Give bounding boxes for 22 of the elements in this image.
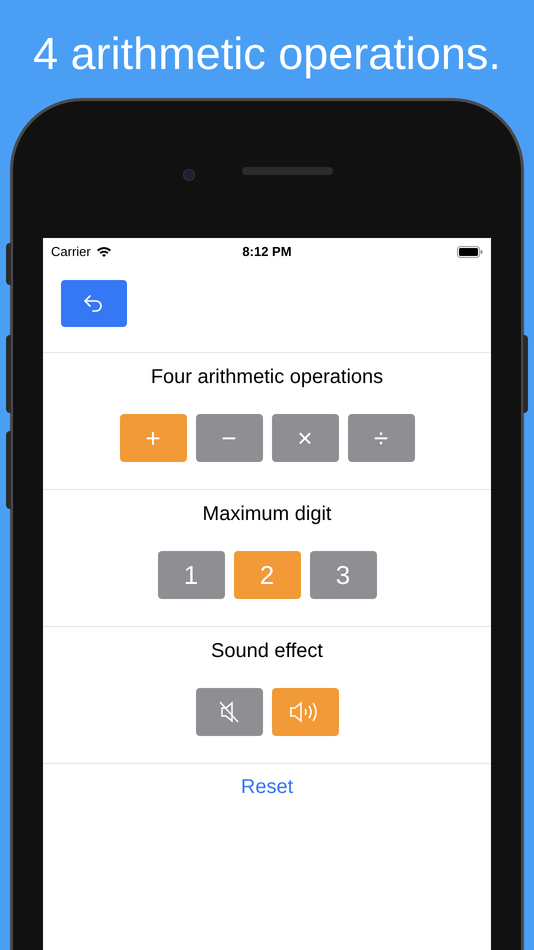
option-button[interactable]: 1	[158, 551, 224, 599]
back-button[interactable]	[61, 280, 127, 327]
option-button[interactable]	[196, 688, 262, 736]
option-button[interactable]: 3	[310, 551, 376, 599]
option-button[interactable]	[272, 688, 338, 736]
option-button[interactable]: −	[196, 414, 262, 462]
section-title: Four arithmetic operations	[150, 365, 384, 390]
status-time: 8:12 PM	[242, 243, 292, 262]
option-button[interactable]: ×	[272, 414, 338, 462]
undo-icon	[83, 294, 105, 314]
battery-icon	[457, 246, 483, 258]
option-button[interactable]: ÷	[348, 414, 414, 462]
section-title: Maximum digit	[202, 502, 332, 527]
section-title: Sound effect	[211, 639, 323, 664]
option-button[interactable]: 2	[234, 551, 300, 599]
carrier-label: Carrier	[51, 243, 91, 262]
headline: 4 arithmetic operations.	[32, 27, 502, 81]
camera-icon	[183, 169, 195, 181]
reset-link[interactable]: Reset	[240, 773, 294, 801]
speaker-muted-icon	[218, 700, 240, 724]
option-button[interactable]: +	[120, 414, 186, 462]
wifi-icon	[96, 246, 112, 258]
